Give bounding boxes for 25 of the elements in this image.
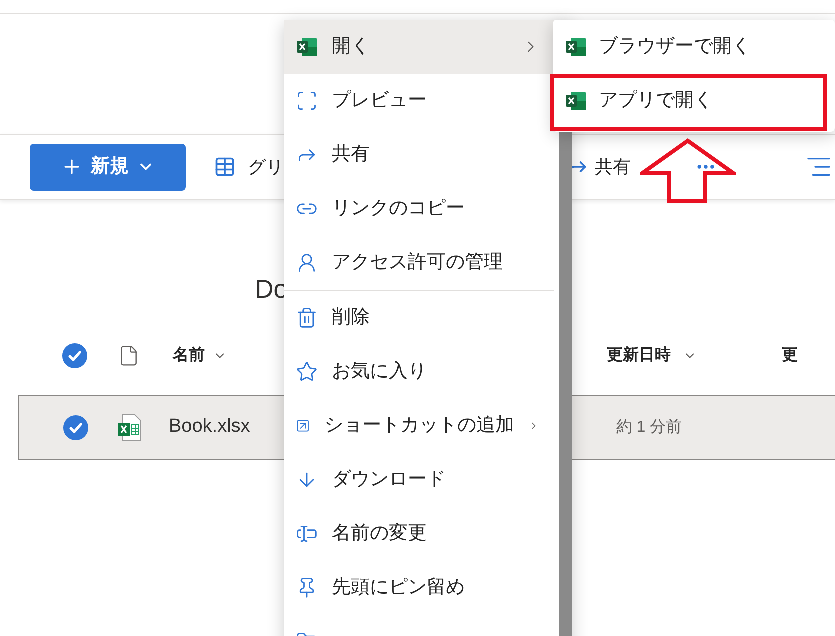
- spreadsheet-icon: [565, 90, 587, 112]
- spreadsheet-file-icon: [117, 414, 143, 442]
- scrollbar[interactable]: [559, 130, 572, 636]
- column-header[interactable]: 名前: [173, 344, 205, 368]
- trash-icon: [296, 307, 318, 329]
- new-button[interactable]: 新規: [30, 144, 186, 190]
- modified-time: 約 1 分前: [616, 418, 682, 438]
- checkbox[interactable]: [62, 343, 88, 369]
- submenu-item[interactable]: ブラウザーで開く: [553, 20, 835, 74]
- preview-icon: [296, 90, 318, 112]
- checkbox[interactable]: [63, 414, 89, 440]
- share-button[interactable]: 共有: [567, 154, 631, 180]
- column-header[interactable]: 更新日時: [607, 344, 671, 368]
- submenu-item[interactable]: アプリで開く: [553, 74, 835, 128]
- spreadsheet-icon: [296, 36, 318, 58]
- grid-icon: [214, 156, 236, 178]
- rename-icon: [296, 523, 318, 545]
- view-button[interactable]: グリ: [214, 154, 284, 180]
- file-type-icon: [118, 345, 140, 367]
- file-name[interactable]: Book.xlsx: [169, 413, 250, 442]
- menu-item[interactable]: 開く: [284, 20, 554, 74]
- star-icon: [296, 361, 318, 383]
- spreadsheet-icon: [565, 36, 587, 58]
- person-icon: [296, 252, 318, 274]
- column-header[interactable]: 更: [782, 344, 798, 368]
